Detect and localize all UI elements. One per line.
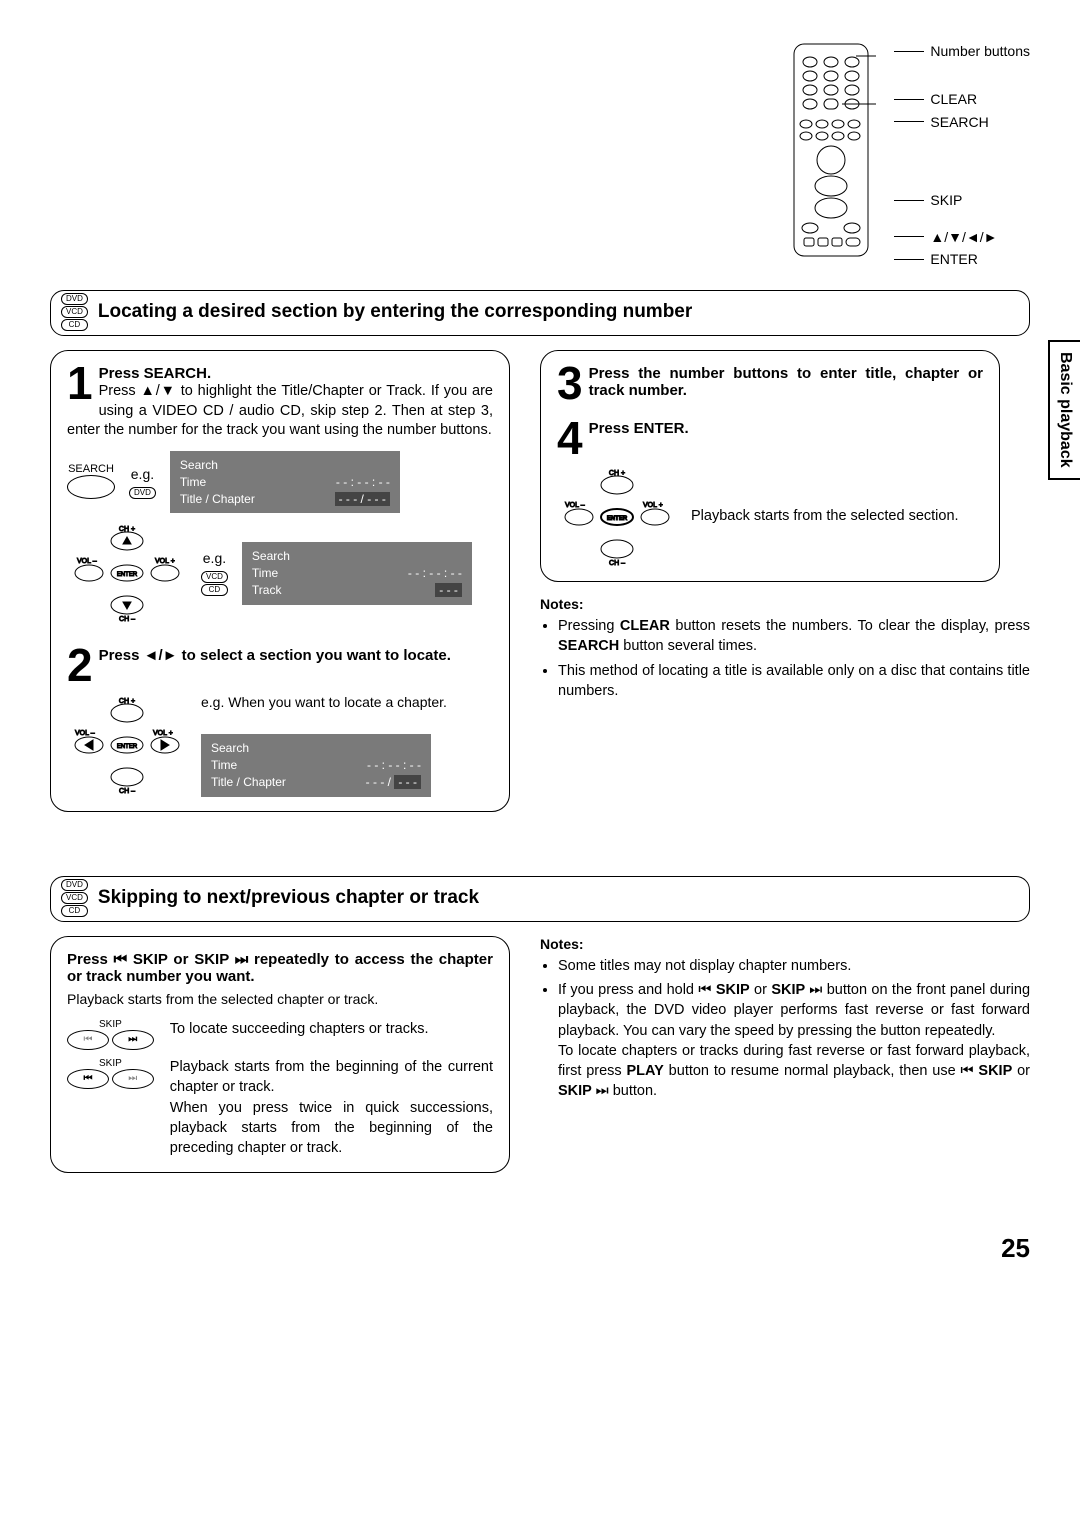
side-tab: Basic playback bbox=[1048, 340, 1080, 480]
skip-desc-prev1: Playback starts from the beginning of th… bbox=[170, 1057, 493, 1098]
svg-text:CH –: CH – bbox=[609, 560, 625, 567]
search-button-icon bbox=[67, 475, 115, 499]
step2-title: Press ◄/► to select a section you want t… bbox=[67, 647, 493, 664]
remote-label-skip: SKIP bbox=[930, 189, 962, 211]
skip-desc-prev2: When you press twice in quick succession… bbox=[170, 1098, 493, 1159]
s2-note2: If you press and hold ⏮ SKIP or SKIP ⏭ b… bbox=[558, 980, 1030, 1102]
disc-tag-dvd: DVD bbox=[61, 293, 88, 305]
svg-text:VOL +: VOL + bbox=[153, 730, 173, 737]
svg-text:CH +: CH + bbox=[119, 698, 135, 705]
remote-label-arrows: ▲/▼/◄/► bbox=[930, 226, 997, 248]
svg-text:CH +: CH + bbox=[609, 470, 625, 477]
disc-vcd-tag: VCD bbox=[201, 571, 228, 583]
step4-body: Playback starts from the selected sectio… bbox=[691, 507, 983, 527]
svg-text:CH –: CH – bbox=[119, 616, 135, 623]
skip-label-top: SKIP bbox=[67, 1019, 154, 1030]
osd-dvd: Search Time- - : - - : - - Title / Chapt… bbox=[170, 451, 400, 513]
step3-number: 3 bbox=[557, 365, 583, 402]
section1-header: DVD VCD CD Locating a desired section by… bbox=[50, 290, 1030, 336]
step1-body: Press ▲/▼ to highlight the Title/Chapter… bbox=[67, 382, 493, 441]
skip-next-icon: ⏭ bbox=[112, 1030, 154, 1050]
svg-text:ENTER: ENTER bbox=[117, 744, 138, 750]
remote-label-enter: ENTER bbox=[930, 248, 977, 270]
section1-title: Locating a desired section by entering t… bbox=[98, 301, 692, 323]
disc-tag-vcd: VCD bbox=[61, 306, 88, 318]
remote-label-clear: CLEAR bbox=[930, 88, 977, 110]
svg-text:ENTER: ENTER bbox=[607, 516, 628, 522]
disc-tag-vcd-2: VCD bbox=[61, 892, 88, 904]
step2-eg: e.g. When you want to locate a chapter. bbox=[201, 694, 493, 710]
svg-text:VOL +: VOL + bbox=[155, 558, 175, 565]
section2-header: DVD VCD CD Skipping to next/previous cha… bbox=[50, 876, 1030, 922]
step4-number: 4 bbox=[557, 420, 583, 457]
disc-cd-tag: CD bbox=[201, 584, 228, 596]
remote-label-number: Number buttons bbox=[930, 40, 1030, 62]
step3-title: Press the number buttons to enter title,… bbox=[557, 365, 983, 399]
remote-diagram bbox=[786, 40, 876, 260]
eg-label-2: e.g. bbox=[201, 550, 228, 566]
page-number: 25 bbox=[50, 1233, 1030, 1264]
dpad-enter-icon: CH + CH – VOL – VOL + ENTER bbox=[557, 467, 677, 567]
osd-step2: Search Time- - : - - : - - Title / Chapt… bbox=[201, 734, 431, 796]
svg-text:VOL –: VOL – bbox=[75, 730, 95, 737]
svg-text:CH +: CH + bbox=[119, 526, 135, 533]
svg-text:ENTER: ENTER bbox=[117, 572, 138, 578]
skip-label-bottom: SKIP bbox=[67, 1058, 154, 1069]
svg-text:VOL –: VOL – bbox=[565, 502, 585, 509]
skip-body2: Playback starts from the selected chapte… bbox=[67, 991, 493, 1007]
step1-number: 1 bbox=[67, 365, 93, 402]
dpad-left-right-icon: CH + CH – VOL – VOL + ENTER bbox=[67, 695, 187, 795]
disc-tag-cd-2: CD bbox=[61, 905, 88, 917]
svg-text:CH –: CH – bbox=[119, 788, 135, 795]
skip-desc-next: To locate succeeding chapters or tracks. bbox=[170, 1019, 493, 1039]
skip-instruction: Press ⏮ SKIP or SKIP ⏭ repeatedly to acc… bbox=[67, 951, 493, 985]
skip-next-dim-icon: ⏭ bbox=[112, 1069, 154, 1089]
eg-label-1: e.g. bbox=[129, 466, 156, 482]
search-label: SEARCH bbox=[67, 463, 115, 475]
step4-title: Press ENTER. bbox=[557, 420, 983, 437]
section2-title: Skipping to next/previous chapter or tra… bbox=[98, 887, 479, 909]
notes1-heading: Notes: bbox=[540, 596, 1030, 612]
svg-text:VOL +: VOL + bbox=[643, 502, 663, 509]
dpad-up-down-icon: CH + CH – VOL – VOL + ENTER bbox=[67, 523, 187, 623]
note2: This method of locating a title is avail… bbox=[558, 661, 1030, 702]
osd-vcd: Search Time- - : - - : - - Track- - - bbox=[242, 542, 472, 604]
disc-tag-dvd-2: DVD bbox=[61, 879, 88, 891]
remote-label-search: SEARCH bbox=[930, 111, 988, 133]
step1-title: Press SEARCH. bbox=[67, 365, 493, 382]
note1: Pressing CLEAR button resets the numbers… bbox=[558, 616, 1030, 657]
notes2-heading: Notes: bbox=[540, 936, 1030, 952]
s2-note1: Some titles may not display chapter numb… bbox=[558, 956, 1030, 976]
disc-tag-cd: CD bbox=[61, 319, 88, 331]
disc-dvd-tag: DVD bbox=[129, 487, 156, 499]
skip-prev-dim-icon: ⏮ bbox=[67, 1030, 109, 1050]
step2-number: 2 bbox=[67, 647, 93, 684]
skip-prev-icon: ⏮ bbox=[67, 1069, 109, 1089]
svg-text:VOL –: VOL – bbox=[77, 558, 97, 565]
